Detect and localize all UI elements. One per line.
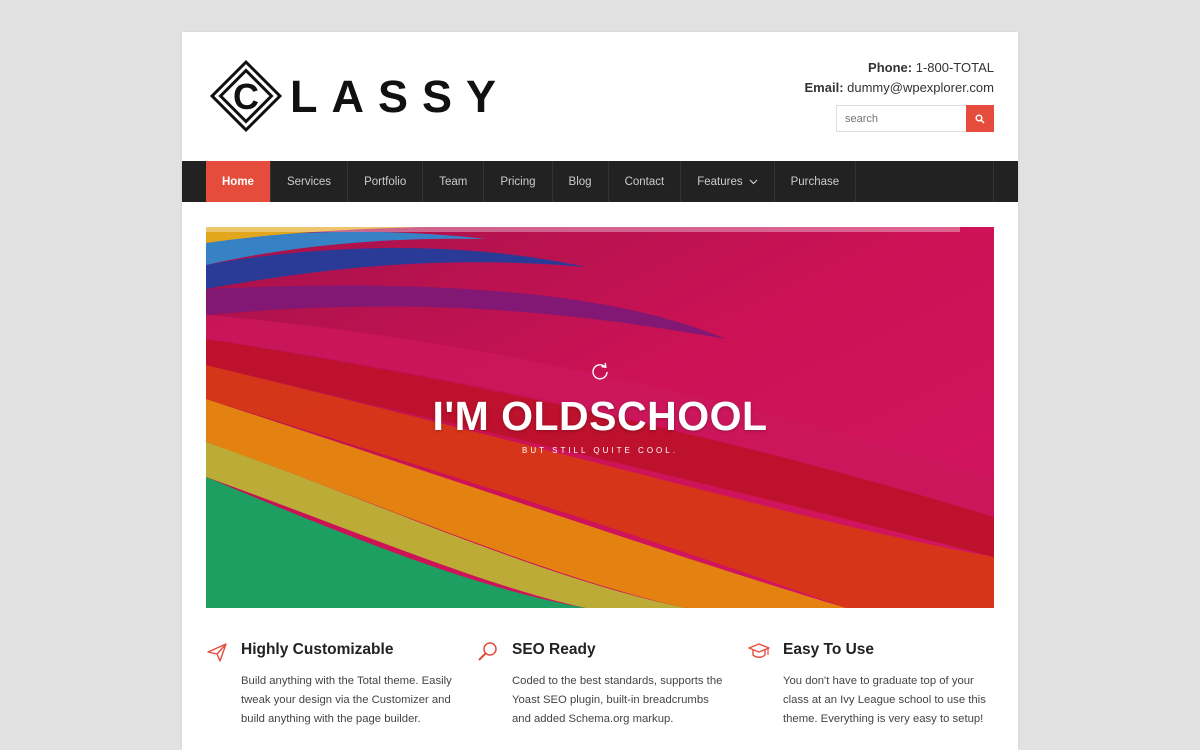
nav-item-label: Services	[286, 175, 332, 188]
feature-title: Easy To Use	[783, 641, 875, 658]
nav-item-portfolio[interactable]: Portfolio	[348, 161, 424, 202]
feature-text: Coded to the best standards, supports th…	[512, 675, 723, 725]
nav-item-purchase[interactable]: Purchase	[775, 161, 857, 202]
nav-item-label: Team	[439, 175, 468, 188]
magnifier-icon	[478, 642, 497, 661]
nav-item-label: Purchase	[790, 175, 840, 188]
nav-item-label: Portfolio	[364, 175, 407, 188]
nav-item-label: Contact	[624, 175, 665, 188]
nav-item-label: Blog	[568, 175, 592, 188]
phone-line: Phone: 1-800-TOTAL	[805, 58, 994, 78]
nav-item-home[interactable]: Home	[206, 161, 271, 202]
nav-item-services[interactable]: Services	[271, 161, 349, 202]
nav-item-team[interactable]: Team	[423, 161, 485, 202]
contact-info: Phone: 1-800-TOTAL Email: dummy@wpexplor…	[805, 58, 994, 98]
email-label: Email:	[804, 80, 844, 95]
email-line: Email: dummy@wpexplorer.com	[805, 78, 994, 98]
hero-slider[interactable]: I'M OLDSCHOOL BUT STILL QUITE COOL.	[206, 227, 994, 608]
nav-item-label: Pricing	[500, 175, 536, 188]
paper-plane-icon	[207, 643, 227, 662]
nav-divider	[993, 161, 994, 202]
hero-title: I'M OLDSCHOOL	[432, 393, 768, 439]
logo-mark-letter: C	[233, 76, 259, 117]
search-form	[836, 105, 994, 132]
phone-value: 1-800-TOTAL	[912, 60, 994, 75]
features-section: Highly Customizable Build anything with …	[206, 637, 994, 747]
feature-title: SEO Ready	[512, 641, 596, 658]
search-button[interactable]	[966, 105, 994, 132]
email-value[interactable]: dummy@wpexplorer.com	[844, 80, 994, 95]
feature-text: Build anything with the Total theme. Eas…	[241, 675, 452, 725]
slider-progress-bar	[206, 227, 960, 232]
nav-item-contact[interactable]: Contact	[609, 161, 682, 202]
nav-item-features[interactable]: Features	[681, 161, 775, 202]
nav-item-label: Features	[697, 175, 743, 188]
site-logo[interactable]: C LASSY	[206, 56, 510, 136]
logo-text: LASSY	[290, 70, 511, 122]
graduation-cap-icon	[748, 643, 770, 658]
hero-subtitle: BUT STILL QUITE COOL.	[522, 446, 678, 455]
page-container: C LASSY Phone: 1-800-TOTAL Email: dummy@…	[182, 32, 1018, 750]
nav-item-blog[interactable]: Blog	[553, 161, 609, 202]
main-navigation: Home Services Portfolio Team Pricing Blo…	[182, 161, 1018, 202]
search-input[interactable]	[836, 105, 966, 132]
refresh-icon	[592, 362, 608, 380]
feature-title: Highly Customizable	[241, 641, 394, 658]
phone-label: Phone:	[868, 60, 913, 75]
chevron-down-icon	[749, 179, 758, 184]
feature-text: You don't have to graduate top of your c…	[783, 675, 986, 725]
site-header: C LASSY Phone: 1-800-TOTAL Email: dummy@…	[182, 32, 1018, 161]
logo-diamond-icon: C	[206, 56, 286, 136]
nav-item-label: Home	[222, 175, 254, 188]
nav-item-pricing[interactable]: Pricing	[484, 161, 553, 202]
search-icon	[975, 113, 985, 124]
